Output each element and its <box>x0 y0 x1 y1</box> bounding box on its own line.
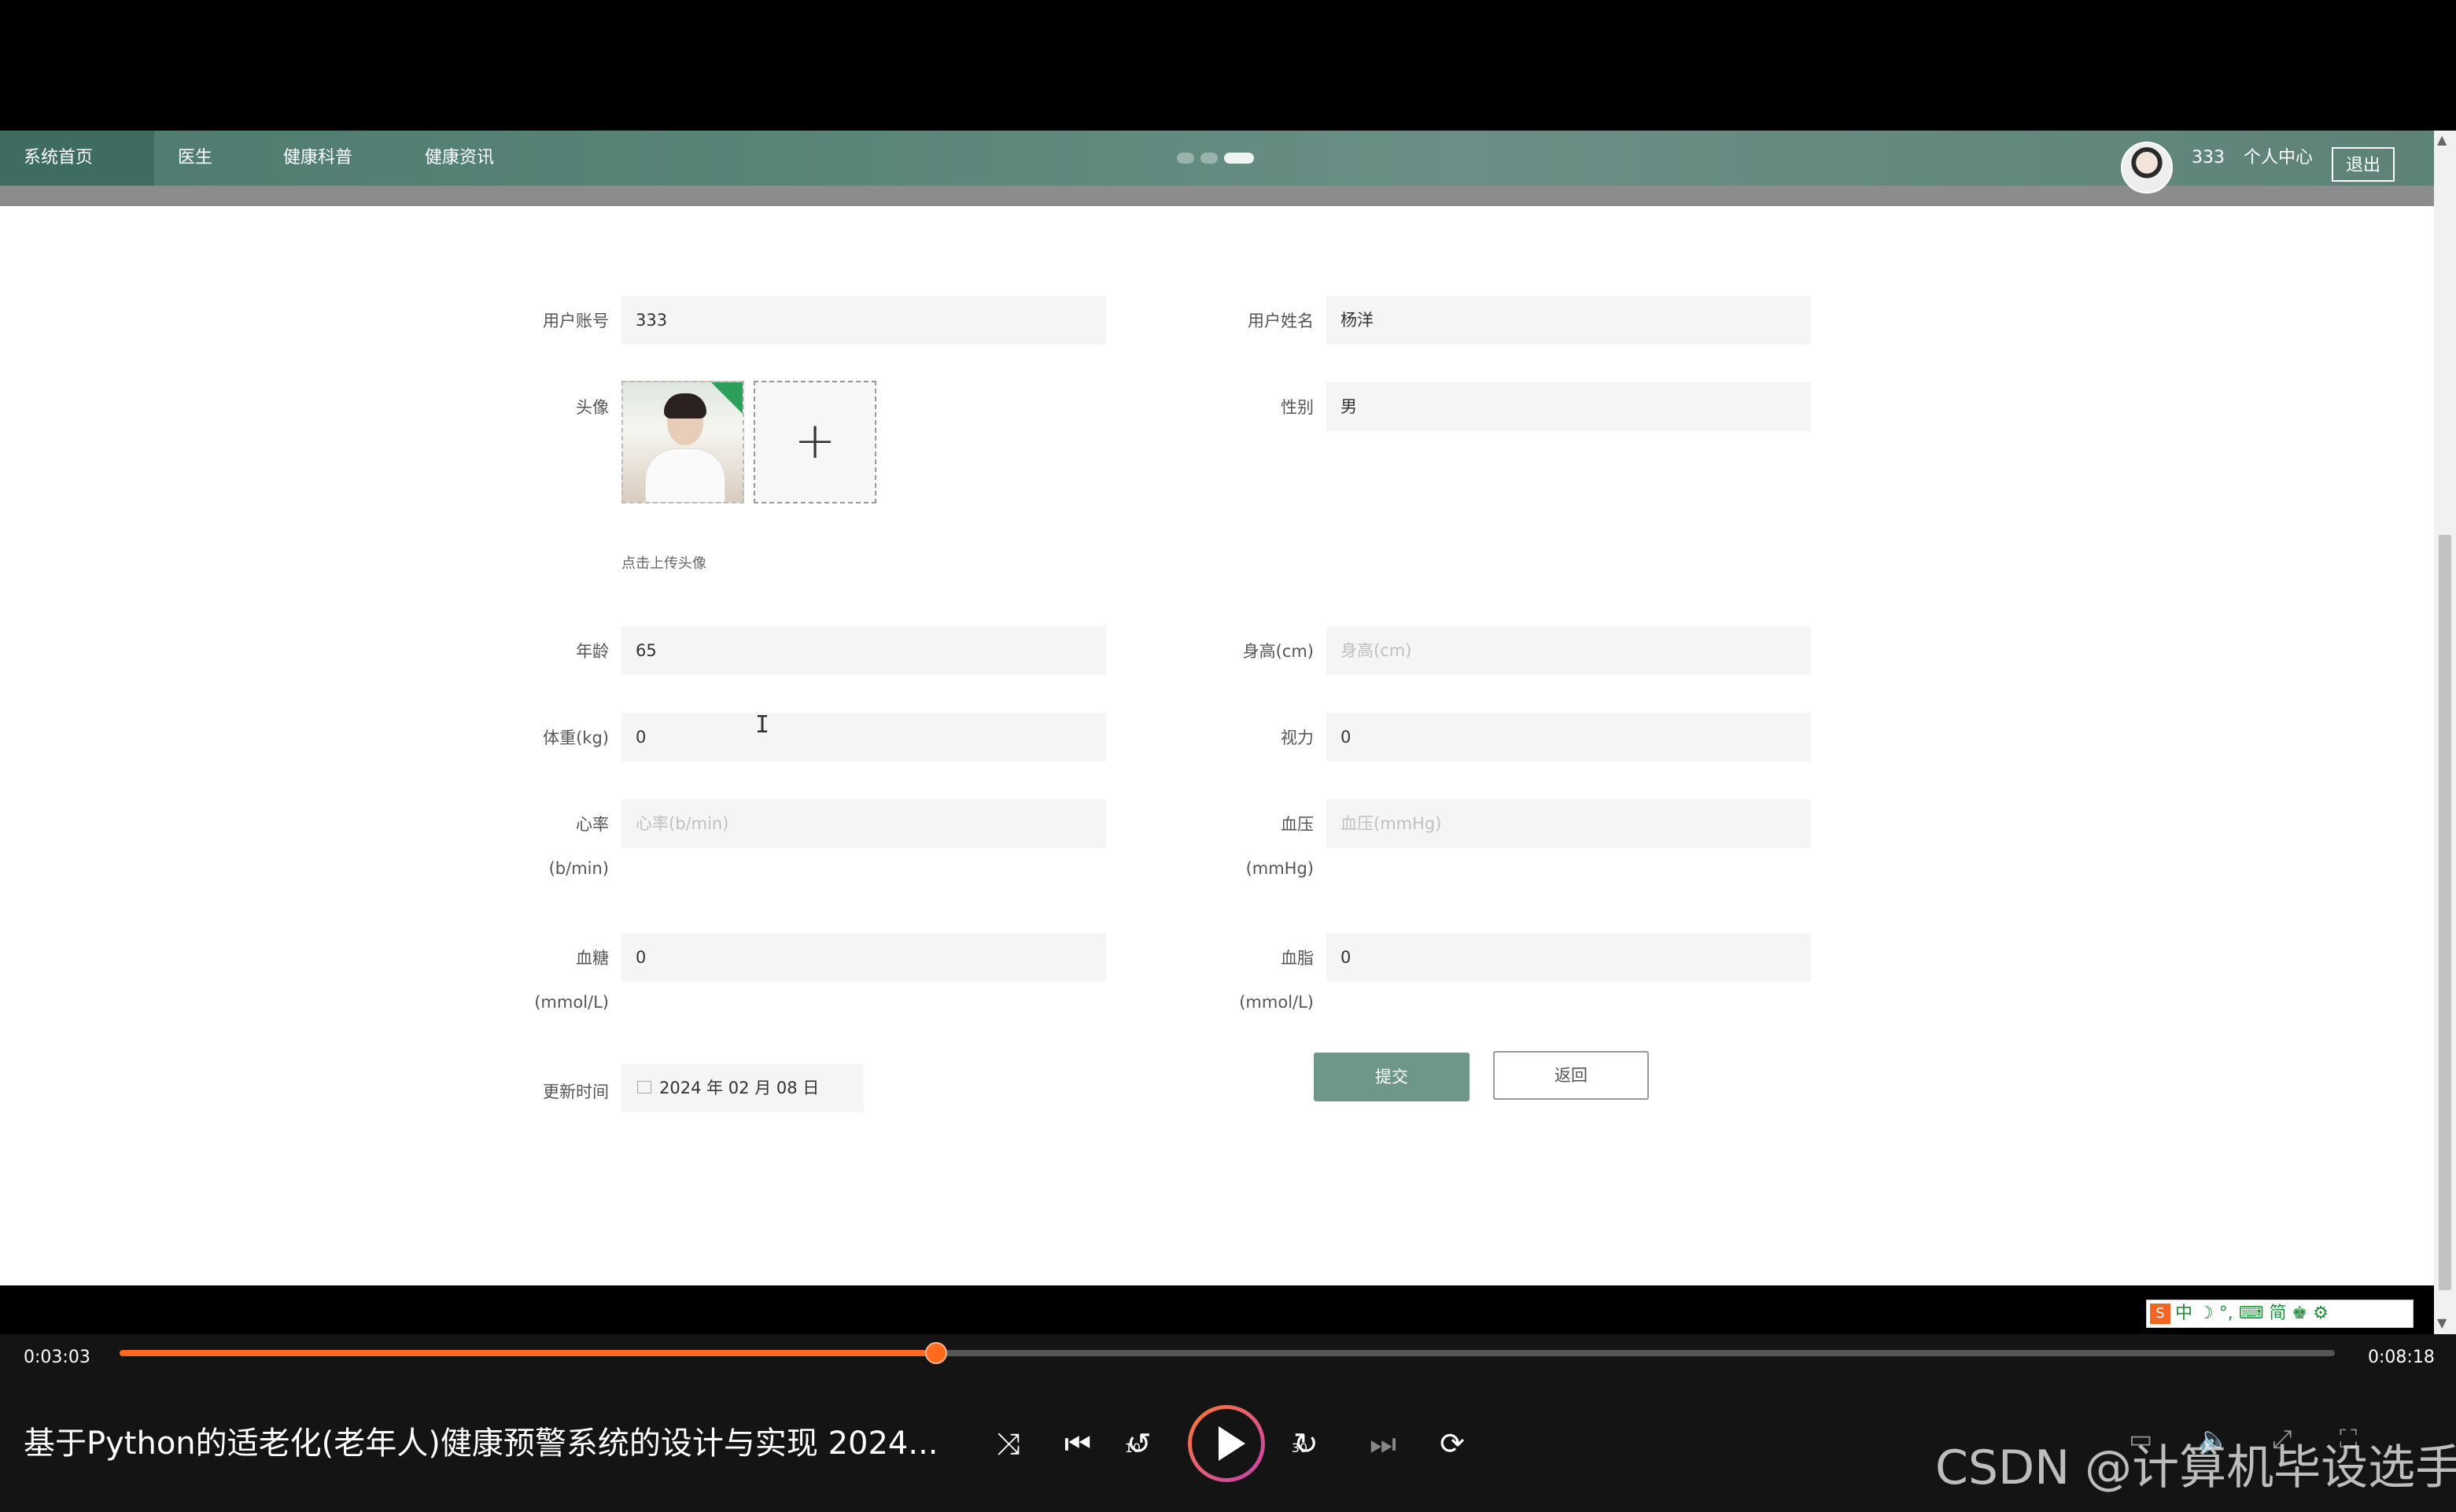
blood-sugar-label: 血糖 <box>576 949 609 968</box>
nav-username: 333 <box>2192 148 2225 168</box>
rewind-10-icon[interactable]: ↺10 <box>1123 1416 1171 1471</box>
blood-sugar-input[interactable]: 0 <box>621 933 1106 982</box>
account-input[interactable]: 333 <box>621 296 1106 345</box>
gender-input[interactable]: 男 <box>1326 382 1811 431</box>
avatar-upload-button[interactable]: + <box>754 381 876 503</box>
heart-rate-label: 心率 <box>576 815 609 834</box>
calendar-icon <box>637 1081 651 1093</box>
age-input[interactable]: 65 <box>621 626 1106 675</box>
carousel-dot[interactable] <box>1200 153 1218 164</box>
video-title: 基于Python的适老化(老年人)健康预警系统的设计与实现 2024... <box>24 1425 939 1462</box>
weight-input[interactable]: 0 <box>621 713 1106 762</box>
avatar-image[interactable] <box>621 381 744 503</box>
avatar-figure-body <box>645 448 725 502</box>
scroll-down-arrow-icon[interactable]: ▼ <box>2437 1315 2447 1330</box>
heart-rate-unit: (b/min) <box>548 859 609 878</box>
scroll-up-arrow-icon[interactable]: ▲ <box>2437 132 2447 147</box>
avatar-label: 头像 <box>576 398 609 417</box>
update-time-value: 2024 年 02 月 08 日 <box>659 1079 820 1097</box>
heart-rate-input[interactable]: 心率(b/min) <box>621 799 1106 848</box>
nav-item-health-news[interactable]: 健康资讯 <box>401 131 518 186</box>
total-time: 0:08:18 <box>2368 1348 2435 1367</box>
upload-hint: 点击上传头像 <box>621 555 706 572</box>
blood-pressure-input[interactable]: 血压(mmHg) <box>1326 799 1811 848</box>
weight-label: 体重(kg) <box>543 728 609 747</box>
progress-knob[interactable] <box>924 1342 947 1364</box>
ime-toolbar[interactable]: S 中 ☽ °, ⌨ 简 ♚ ⚙ <box>2146 1300 2414 1328</box>
carousel-dot-active[interactable] <box>1224 153 1254 164</box>
blood-lipid-label: 血脂 <box>1281 949 1314 968</box>
rewind-10-label: 10 <box>1124 1440 1141 1455</box>
shuffle-icon[interactable]: ⤨ <box>985 1416 1032 1471</box>
progress-fill <box>120 1350 936 1356</box>
logout-button[interactable]: 退出 <box>2332 147 2395 182</box>
repeat-icon[interactable]: ⟳ <box>1429 1416 1476 1471</box>
personal-center-link[interactable]: 个人中心 <box>2244 131 2313 186</box>
blood-pressure-unit: (mmHg) <box>1245 859 1314 878</box>
sogou-ime-icon[interactable]: S <box>2150 1304 2170 1324</box>
current-time: 0:03:03 <box>24 1348 90 1367</box>
blood-pressure-label: 血压 <box>1281 815 1314 834</box>
blood-lipid-unit: (mmol/L) <box>1239 993 1314 1012</box>
text-cursor-icon: I <box>755 711 770 739</box>
height-label: 身高(cm) <box>1242 642 1314 661</box>
avatar-figure-hair <box>664 393 706 419</box>
height-input[interactable]: 身高(cm) <box>1326 626 1811 675</box>
previous-icon[interactable]: ⏮ <box>1054 1416 1101 1471</box>
next-icon[interactable]: ⏭ <box>1359 1416 1407 1471</box>
submit-button[interactable]: 提交 <box>1314 1053 1470 1101</box>
vision-input[interactable]: 0 <box>1326 713 1811 762</box>
scrollbar-thumb[interactable] <box>2439 535 2451 1290</box>
carousel-dot[interactable] <box>1177 153 1194 164</box>
age-label: 年龄 <box>576 642 609 661</box>
top-black-bar <box>0 0 2456 131</box>
top-nav-bar: 系统首页 医生 健康科普 健康资讯 <box>0 131 2434 186</box>
account-label: 用户账号 <box>543 312 609 330</box>
nav-item-health-science[interactable]: 健康科普 <box>260 131 376 186</box>
play-icon <box>1219 1426 1245 1461</box>
update-time-label: 更新时间 <box>543 1082 609 1101</box>
vision-label: 视力 <box>1281 728 1314 747</box>
blood-sugar-unit: (mmol/L) <box>534 993 609 1012</box>
nav-item-doctor[interactable]: 医生 <box>154 131 236 186</box>
blood-lipid-input[interactable]: 0 <box>1326 933 1811 982</box>
back-button[interactable]: 返回 <box>1493 1051 1649 1100</box>
forward-30-label: 30 <box>1291 1440 1308 1455</box>
nav-item-home[interactable]: 系统首页 <box>0 131 154 186</box>
play-button[interactable] <box>1188 1405 1265 1482</box>
name-input[interactable]: 杨洋 <box>1326 296 1811 345</box>
csdn-watermark: CSDN @计算机毕设选手 <box>1935 1440 2456 1495</box>
play-button-inner <box>1192 1409 1261 1478</box>
avatar-corner-decoration <box>711 382 743 414</box>
user-avatar[interactable] <box>2121 142 2173 194</box>
forward-30-icon[interactable]: ↻30 <box>1290 1416 1337 1471</box>
name-label: 用户姓名 <box>1248 312 1314 330</box>
nav-shadow <box>0 186 2434 206</box>
gender-label: 性别 <box>1281 398 1314 417</box>
update-time-date-picker[interactable]: 2024 年 02 月 08 日 <box>621 1064 864 1112</box>
ime-toolbar-icons[interactable]: 中 ☽ °, ⌨ 简 ♚ ⚙ <box>2175 1304 2329 1323</box>
